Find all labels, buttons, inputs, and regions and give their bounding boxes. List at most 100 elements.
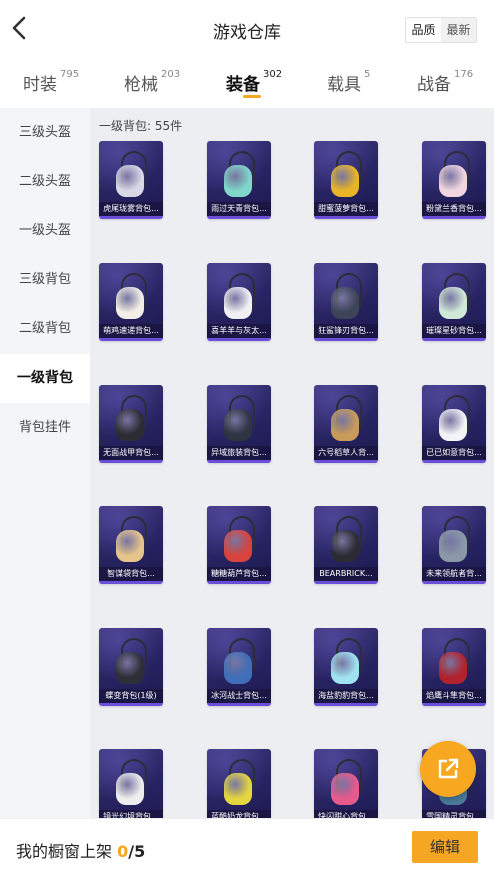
tab-count: 176 xyxy=(454,69,474,80)
item-name: 雪国精灵背包... xyxy=(422,810,486,818)
item-name: 海盐豹豹背包... xyxy=(314,689,378,703)
item-card[interactable]: 萌鸡速递背包... xyxy=(99,263,163,341)
item-name: 萌鸡速递背包... xyxy=(99,324,163,338)
backpack-icon xyxy=(224,287,252,319)
bottom-bar: 我的橱窗上架 0/5 编辑 xyxy=(0,818,494,875)
sort-quality-button[interactable]: 品质 xyxy=(406,18,441,42)
item-card[interactable]: 冰河战士背包... xyxy=(207,628,271,706)
item-name: 已已如意背包... xyxy=(422,446,486,460)
share-button[interactable] xyxy=(420,741,476,797)
backpack-icon xyxy=(331,773,359,805)
backpack-icon xyxy=(116,165,144,197)
item-name: 焰鹰斗隼背包... xyxy=(422,689,486,703)
tab-vehicles[interactable]: 载具5 xyxy=(327,69,371,95)
tab-count: 203 xyxy=(161,69,181,80)
tab-label: 装备 xyxy=(226,75,260,95)
item-card[interactable]: 蝶变背包(1级) xyxy=(99,628,163,706)
item-card[interactable]: 蓝酷奶龙背包... xyxy=(207,749,271,818)
item-card[interactable]: 糖糖葫芦背包... xyxy=(207,506,271,584)
item-name: 粉黛兰香背包... xyxy=(422,202,486,216)
item-name: 无面战甲背包... xyxy=(99,446,163,460)
item-grid: 一级背包: 55件 虎尾珑雾背包... 雨过天青背包... 甜蜜菠萝背包... 粉黛兰… xyxy=(90,108,494,818)
sidebar-item-backpack-charm[interactable]: 背包挂件 xyxy=(0,403,90,452)
backpack-icon xyxy=(116,287,144,319)
backpack-icon xyxy=(116,409,144,441)
item-card[interactable]: BEARBRICK... xyxy=(314,506,378,584)
sort-toggle: 品质 最新 xyxy=(405,17,477,43)
item-card[interactable]: 快闪甜心背包... xyxy=(314,749,378,818)
sidebar-item-level3-helmet[interactable]: 三级头盔 xyxy=(0,108,90,157)
tab-count: 5 xyxy=(364,69,371,80)
item-card[interactable]: 未来领航者背... xyxy=(422,506,486,584)
backpack-icon xyxy=(331,165,359,197)
backpack-icon xyxy=(439,409,467,441)
backpack-icon xyxy=(439,165,467,197)
backpack-icon xyxy=(439,287,467,319)
item-name: 甜蜜菠萝背包... xyxy=(314,202,378,216)
item-card[interactable]: 甜蜜菠萝背包... xyxy=(314,141,378,219)
item-name: 璀璨星砂背包... xyxy=(422,324,486,338)
tab-label: 枪械 xyxy=(124,75,158,95)
item-name: BEARBRICK... xyxy=(314,567,378,581)
item-card[interactable]: 焰鹰斗隼背包... xyxy=(422,628,486,706)
tab-supplies[interactable]: 战备176 xyxy=(417,69,474,95)
tab-equipment[interactable]: 装备302 xyxy=(226,69,283,95)
backpack-icon xyxy=(331,652,359,684)
showcase-label: 我的橱窗上架 xyxy=(16,842,118,861)
item-name: 虎尾珑雾背包... xyxy=(99,202,163,216)
tab-guns[interactable]: 枪械203 xyxy=(124,69,181,95)
item-card[interactable]: 异域旅装背包... xyxy=(207,385,271,463)
sidebar-item-level1-backpack[interactable]: 一级背包 xyxy=(0,354,90,403)
backpack-icon xyxy=(116,773,144,805)
backpack-icon xyxy=(224,409,252,441)
item-name: 雨过天青背包... xyxy=(207,202,271,216)
item-name: 智谋袋背包... xyxy=(99,567,163,581)
item-card[interactable]: 海盐豹豹背包... xyxy=(314,628,378,706)
sidebar-item-level2-backpack[interactable]: 二级背包 xyxy=(0,304,90,353)
tab-label: 载具 xyxy=(327,75,361,95)
active-tab-indicator xyxy=(243,95,261,98)
item-card[interactable]: 狂鲨锋刃背包... xyxy=(314,263,378,341)
showcase-status: 我的橱窗上架 0/5 xyxy=(16,838,145,862)
item-card[interactable]: 喜羊羊与灰太... xyxy=(207,263,271,341)
item-card[interactable]: 虎尾珑雾背包... xyxy=(99,141,163,219)
backpack-icon xyxy=(331,409,359,441)
item-name: 蝶变背包(1级) xyxy=(99,689,163,703)
item-name: 六号稻草人背... xyxy=(314,446,378,460)
item-card[interactable]: 智谋袋背包... xyxy=(99,506,163,584)
sidebar-item-level3-backpack[interactable]: 三级背包 xyxy=(0,255,90,304)
backpack-icon xyxy=(116,652,144,684)
header: 游戏仓库 品质 最新 xyxy=(0,0,494,58)
item-name: 糖糖葫芦背包... xyxy=(207,567,271,581)
item-card[interactable]: 镜光幻境背包... xyxy=(99,749,163,818)
showcase-max-count: /5 xyxy=(128,842,146,861)
item-card[interactable]: 璀璨星砂背包... xyxy=(422,263,486,341)
sidebar-item-level2-helmet[interactable]: 二级头盔 xyxy=(0,157,90,206)
item-card[interactable]: 粉黛兰香背包... xyxy=(422,141,486,219)
backpack-icon xyxy=(224,530,252,562)
warehouse-screen: 游戏仓库 品质 最新 时装795 枪械203 装备302 载具5 战备176 三… xyxy=(0,0,494,875)
backpack-icon xyxy=(224,165,252,197)
tab-fashion[interactable]: 时装795 xyxy=(23,69,79,95)
section-title: 一级背包: 55件 xyxy=(99,119,183,133)
sidebar-item-level1-helmet[interactable]: 一级头盔 xyxy=(0,206,90,255)
showcase-current-count: 0 xyxy=(117,842,129,861)
item-name: 镜光幻境背包... xyxy=(99,810,163,818)
backpack-icon xyxy=(116,530,144,562)
share-icon xyxy=(438,758,459,779)
backpack-icon xyxy=(224,652,252,684)
item-card[interactable]: 六号稻草人背... xyxy=(314,385,378,463)
tab-label: 时装 xyxy=(23,75,57,95)
item-card[interactable]: 无面战甲背包... xyxy=(99,385,163,463)
backpack-icon xyxy=(331,287,359,319)
sort-latest-button[interactable]: 最新 xyxy=(441,18,476,42)
tab-count: 302 xyxy=(263,69,283,80)
item-name: 冰河战士背包... xyxy=(207,689,271,703)
sidebar: 三级头盔 二级头盔 一级头盔 三级背包 二级背包 一级背包 背包挂件 xyxy=(0,108,90,818)
tab-label: 战备 xyxy=(417,75,451,95)
item-name: 蓝酷奶龙背包... xyxy=(207,810,271,818)
backpack-icon xyxy=(331,530,359,562)
item-card[interactable]: 已已如意背包... xyxy=(422,385,486,463)
edit-button[interactable]: 编辑 xyxy=(412,831,478,863)
item-card[interactable]: 雨过天青背包... xyxy=(207,141,271,219)
